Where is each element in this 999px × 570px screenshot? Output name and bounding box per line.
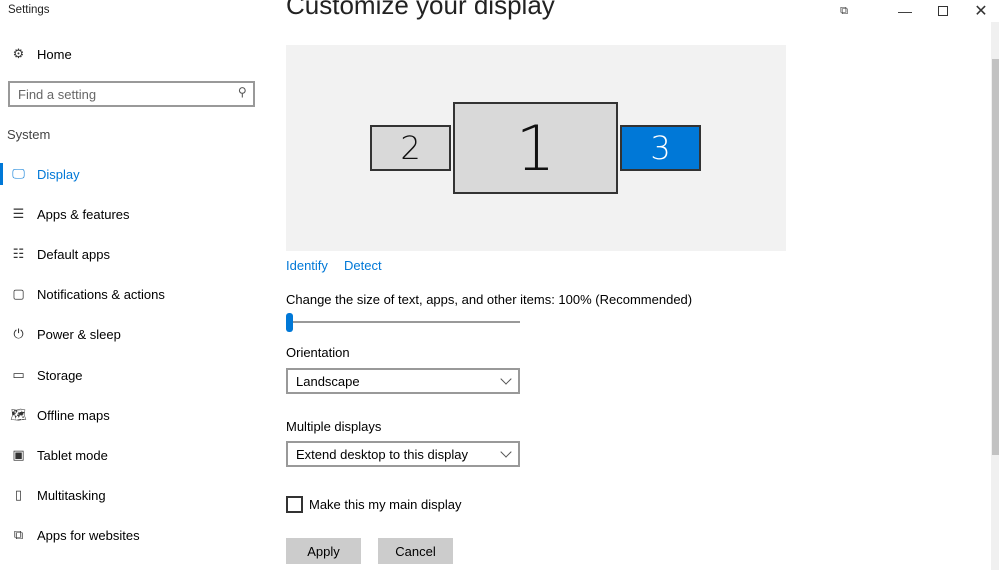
sidebar-item-label: Offline maps <box>37 407 110 423</box>
scrollbar-thumb[interactable] <box>992 59 999 455</box>
apps-websites-icon: ⧉ <box>13 528 24 544</box>
monitor-2[interactable]: 2 <box>370 125 451 171</box>
sidebar-item-offline-maps[interactable]: 🗺 Offline maps <box>0 395 260 435</box>
sidebar-item-label: Multitasking <box>37 488 106 504</box>
multiple-displays-value: Extend desktop to this display <box>296 446 468 462</box>
section-label: System <box>7 127 51 142</box>
list-icon: ☰ <box>12 206 25 222</box>
sidebar-home[interactable]: ⚙ Home <box>0 34 260 74</box>
main-display-checkbox[interactable] <box>286 496 303 513</box>
sidebar-item-label: Apps for websites <box>37 528 140 544</box>
power-icon: ⏻ <box>13 327 24 343</box>
monitor-icon: 🖵 <box>12 166 25 182</box>
multiple-displays-dropdown[interactable]: Extend desktop to this display <box>286 441 520 467</box>
sidebar-item-storage[interactable]: ▭ Storage <box>0 355 260 395</box>
chevron-down-icon <box>500 446 512 458</box>
orientation-label: Orientation <box>286 345 350 360</box>
monitor-1[interactable]: 1 <box>453 102 618 194</box>
cancel-button[interactable]: Cancel <box>378 538 453 564</box>
identify-link[interactable]: Identify <box>286 258 328 273</box>
map-icon: 🗺 <box>10 407 27 423</box>
sidebar-item-apps-for-websites[interactable]: ⧉ Apps for websites <box>0 516 260 556</box>
scale-slider-thumb[interactable] <box>286 313 293 332</box>
sidebar-item-apps-features[interactable]: ☰ Apps & features <box>0 194 260 234</box>
sidebar-item-label: Storage <box>37 367 83 383</box>
sidebar-item-label: Apps & features <box>37 206 130 222</box>
heading-clip: Customize your display <box>270 0 990 30</box>
sidebar-item-label: Tablet mode <box>37 447 108 463</box>
sidebar-item-label: Notifications & actions <box>37 287 165 303</box>
monitor-3[interactable]: 3 <box>620 125 701 171</box>
default-apps-icon: ☷ <box>12 246 25 262</box>
storage-icon: ▭ <box>12 367 25 383</box>
notification-icon: ▢ <box>12 287 25 303</box>
search-placeholder: Find a setting <box>18 86 97 102</box>
search-icon: ⚲ <box>238 85 247 99</box>
apply-button[interactable]: Apply <box>286 538 361 564</box>
home-label: Home <box>37 46 72 62</box>
sidebar-item-multitasking[interactable]: ▯ Multitasking <box>0 476 260 516</box>
sidebar-item-notifications-actions[interactable]: ▢ Notifications & actions <box>0 275 260 315</box>
chevron-down-icon <box>500 373 512 385</box>
sidebar-item-label: Default apps <box>37 246 110 262</box>
scale-slider-track[interactable] <box>286 321 520 323</box>
main-display-label: Make this my main display <box>309 497 462 512</box>
sidebar-item-power-sleep[interactable]: ⏻ Power & sleep <box>0 315 260 355</box>
orientation-value: Landscape <box>296 373 360 389</box>
scrollbar[interactable] <box>991 22 999 570</box>
scale-label: Change the size of text, apps, and other… <box>286 292 693 307</box>
sidebar-item-label: Display <box>37 166 80 182</box>
tablet-icon: ▣ <box>12 447 25 463</box>
multitasking-icon: ▯ <box>14 488 23 504</box>
gear-icon: ⚙ <box>12 46 25 61</box>
monitor-label: 1 <box>515 111 556 185</box>
monitor-label: 3 <box>650 129 671 167</box>
window-title: Settings <box>8 4 50 16</box>
multiple-displays-label: Multiple displays <box>286 419 382 434</box>
detect-link[interactable]: Detect <box>344 258 382 273</box>
page-title: Customize your display <box>286 0 555 20</box>
sidebar-item-tablet-mode[interactable]: ▣ Tablet mode <box>0 435 260 475</box>
sidebar-item-default-apps[interactable]: ☷ Default apps <box>0 234 260 274</box>
orientation-dropdown[interactable]: Landscape <box>286 368 520 394</box>
monitor-label: 2 <box>400 129 421 167</box>
sidebar-item-label: Power & sleep <box>37 327 121 343</box>
search-input[interactable]: Find a setting ⚲ <box>8 81 255 107</box>
sidebar-item-display[interactable]: 🖵 Display <box>0 154 260 194</box>
